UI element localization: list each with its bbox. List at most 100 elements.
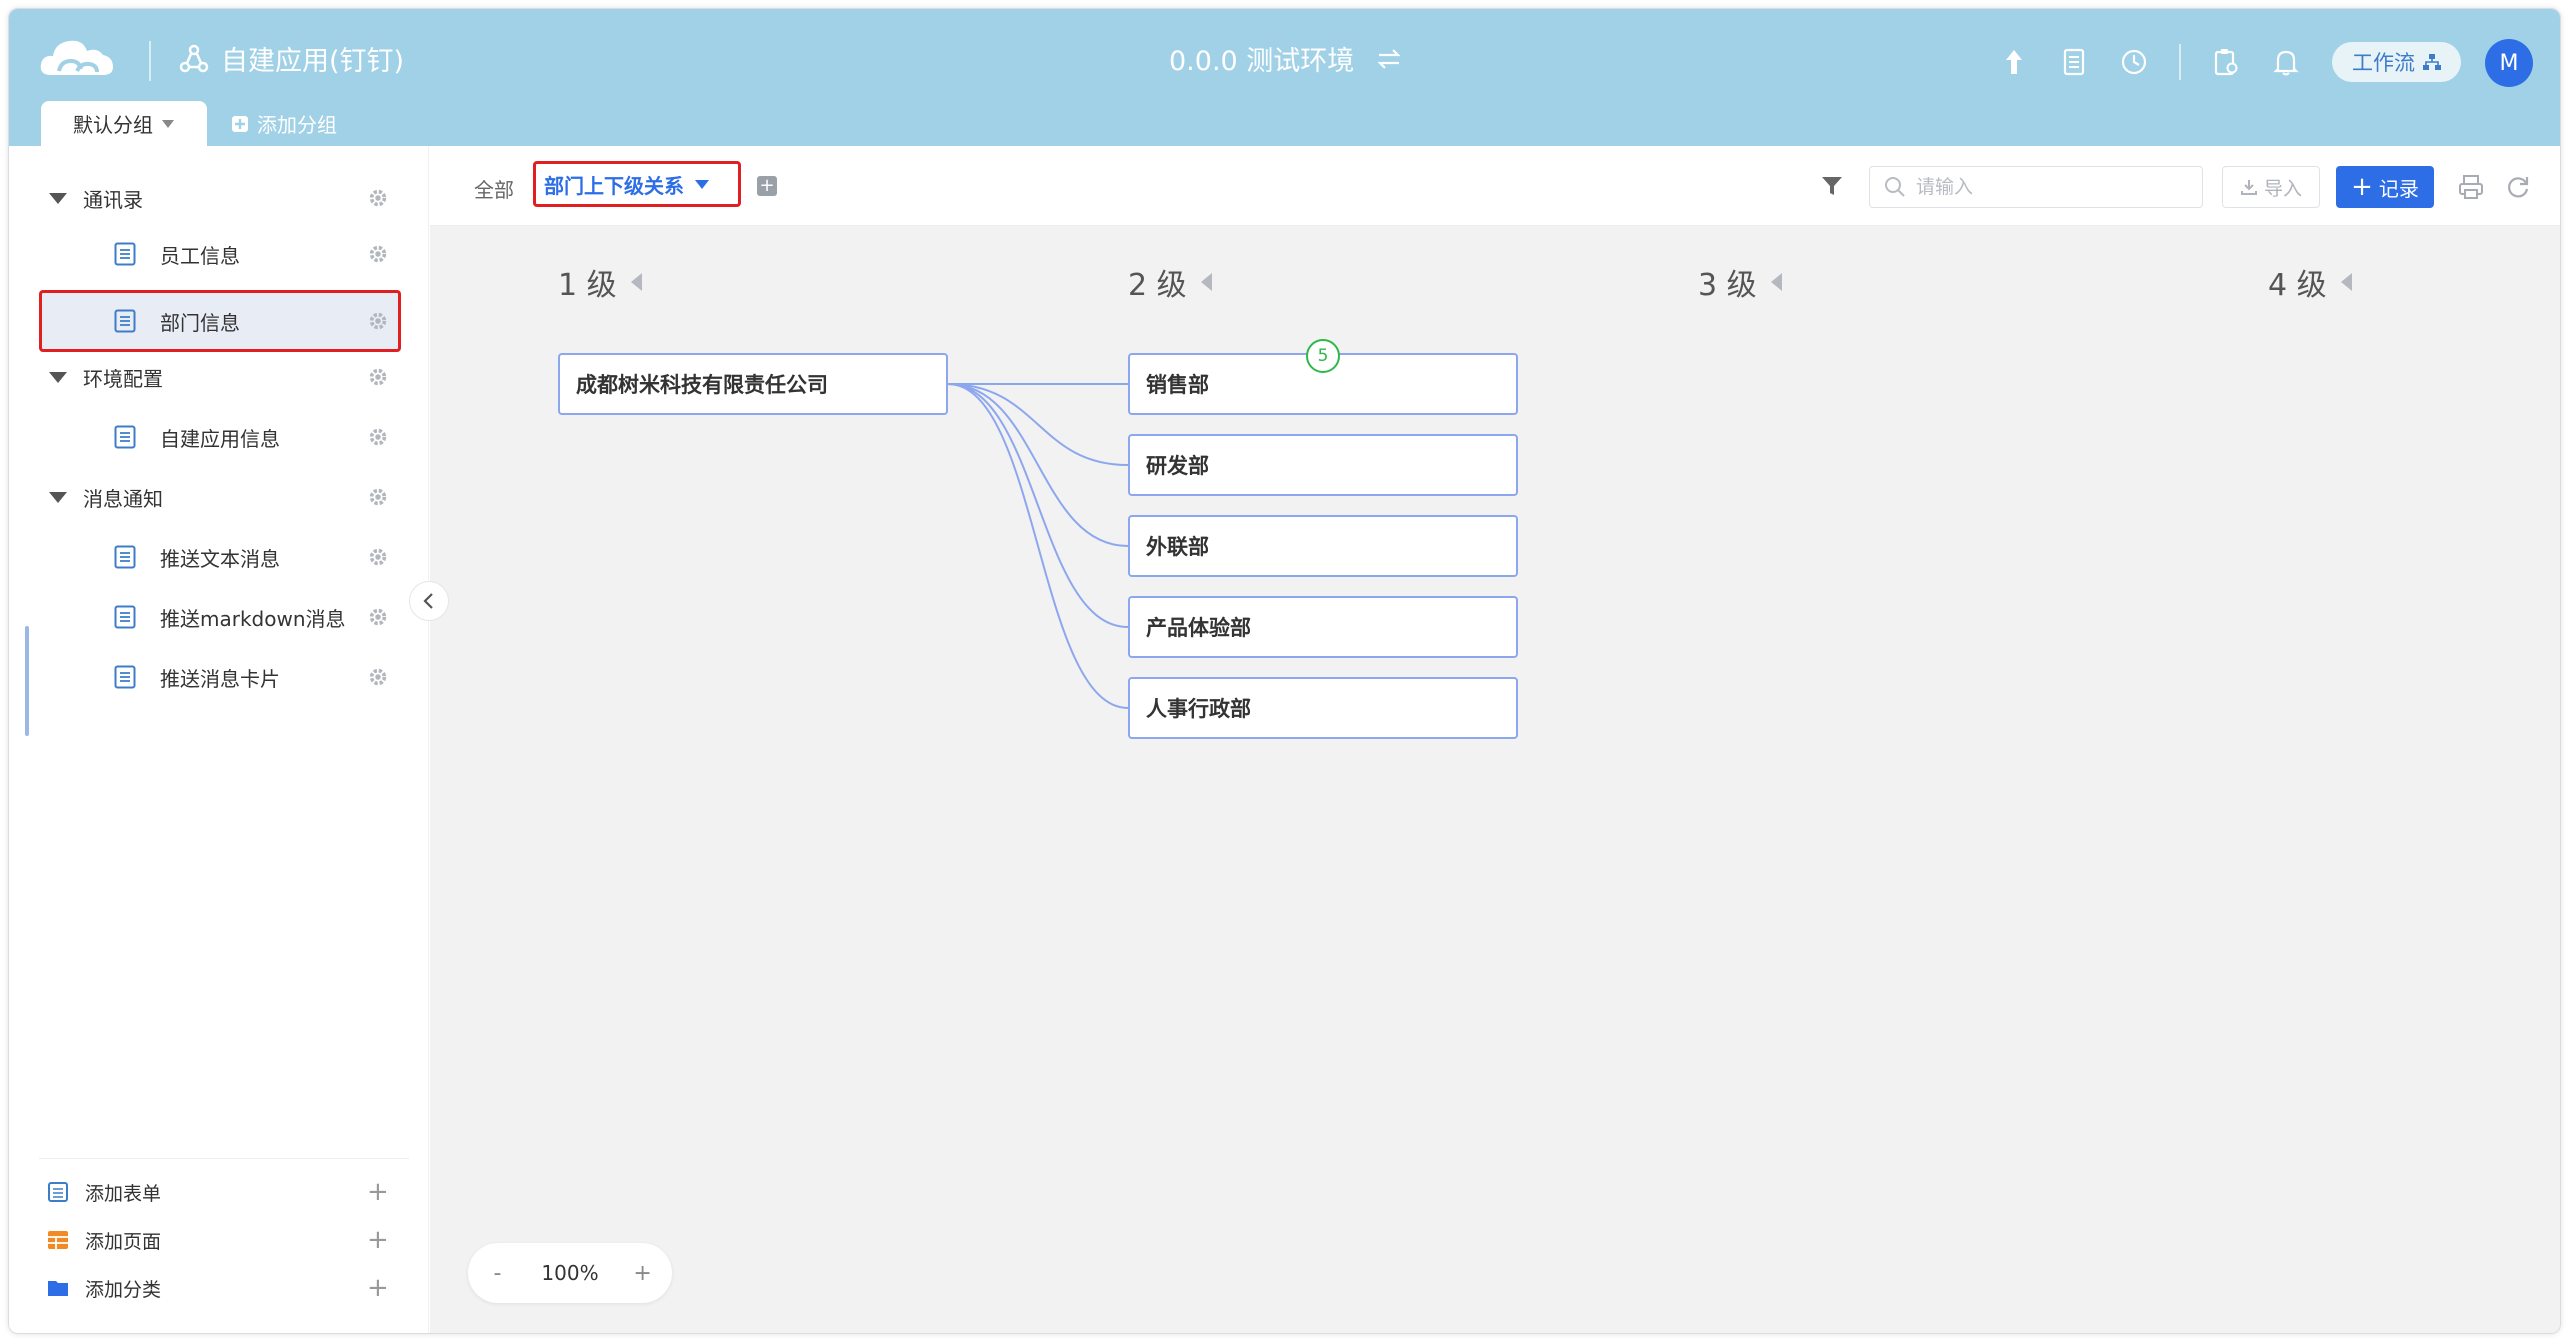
gear-icon[interactable] [367,486,389,508]
user-avatar[interactable]: M [2485,39,2533,87]
org-node-label: 研发部 [1146,454,1209,478]
caret-down-icon[interactable] [49,491,67,503]
gear-icon[interactable] [367,366,389,388]
org-node-root[interactable]: 成都树米科技有限责任公司 [558,353,948,415]
import-label: 导入 [2263,177,2302,200]
level-header-3[interactable]: 3 级 [1698,260,1782,304]
add-group-label: 添加分组 [257,113,337,137]
level-header-2[interactable]: 2 级 [1128,260,1212,304]
filter-icon[interactable] [1820,174,1844,198]
org-chart-canvas[interactable]: 1 级 2 级 3 级 4 级 成都树米科技有限责任公司 5 销售部 研发部 外… [430,226,2560,1333]
clipboard-settings-icon[interactable] [2209,45,2243,79]
org-node-label: 人事行政部 [1146,697,1251,721]
level-header-4[interactable]: 4 级 [2268,260,2352,304]
print-icon[interactable] [2458,174,2484,200]
header-divider [149,41,151,81]
view-toolbar: 全部 部门上下级关系 + 导入 + 记录 [430,146,2560,226]
sidebar-item-markdown-message[interactable]: 推送markdown消息 [9,589,429,645]
level-header-1[interactable]: 1 级 [558,260,642,304]
org-node-child[interactable]: 产品体验部 [1128,596,1518,658]
gear-icon[interactable] [367,546,389,568]
view-selector[interactable]: 部门上下级关系 [533,161,741,207]
org-node-child[interactable]: 研发部 [1128,434,1518,496]
form-icon [48,1182,68,1202]
collapse-sidebar-button[interactable] [409,581,449,621]
org-node-label: 销售部 [1146,373,1209,397]
gear-icon[interactable] [367,310,389,332]
app-share-icon [179,44,209,72]
zoom-out-button[interactable]: - [482,1261,512,1286]
org-node-label: 外联部 [1146,535,1209,559]
level-label: 4 级 [2268,268,2327,303]
form-doc-icon [114,605,136,629]
add-page-button[interactable]: 添加页面 + [9,1220,429,1260]
search-input[interactable] [1916,176,2176,198]
environment-label: 0.0.0 测试环境 [1169,46,1355,77]
folder-icon [48,1281,68,1296]
add-category-button[interactable]: 添加分类 + [9,1268,429,1308]
add-page-label: 添加页面 [85,1230,162,1253]
workflow-label: 工作流 [2352,51,2415,75]
hierarchy-icon [2423,54,2441,70]
add-record-button[interactable]: + 记录 [2336,166,2434,208]
sidebar-item-label: 部门信息 [160,310,240,335]
sidebar-item-department-info[interactable]: 部门信息 [9,293,429,349]
caret-down-icon[interactable] [49,192,67,204]
org-node-child[interactable]: 人事行政部 [1128,677,1518,739]
sidebar-footer-divider [39,1158,409,1159]
gear-icon[interactable] [367,187,389,209]
view-all-tab[interactable]: 全部 [474,174,514,203]
gear-icon[interactable] [367,666,389,688]
cloud-logo-icon[interactable] [37,31,117,87]
plus-icon[interactable]: + [367,1275,389,1301]
level-label: 3 级 [1698,268,1757,303]
gear-icon[interactable] [367,243,389,265]
sidebar-group-messages[interactable]: 消息通知 [9,469,429,525]
caret-down-icon [695,179,709,189]
child-count-badge[interactable]: 5 [1306,339,1340,373]
sidebar-item-app-info[interactable]: 自建应用信息 [9,409,429,465]
document-icon[interactable] [2057,45,2091,79]
import-button[interactable]: 导入 [2222,166,2320,208]
gear-icon[interactable] [367,606,389,628]
org-link-3 [947,383,1129,628]
publish-icon[interactable] [1997,45,2031,79]
collapse-triangle-icon[interactable] [1770,273,1782,291]
sidebar-item-text-message[interactable]: 推送文本消息 [9,529,429,585]
plus-icon[interactable]: + [367,1179,389,1205]
add-view-icon[interactable]: + [757,176,777,196]
collapse-triangle-icon[interactable] [630,273,642,291]
plus-icon[interactable]: + [367,1227,389,1253]
workflow-button[interactable]: 工作流 [2332,42,2461,82]
form-doc-icon [114,545,136,569]
zoom-in-button[interactable]: + [628,1261,658,1286]
sidebar-item-message-card[interactable]: 推送消息卡片 [9,649,429,705]
zoom-level: 100% [541,1261,599,1285]
add-form-button[interactable]: 添加表单 + [9,1172,429,1212]
sidebar-item-employee-info[interactable]: 员工信息 [9,226,429,282]
refresh-icon[interactable] [2505,174,2531,200]
add-form-label: 添加表单 [85,1182,162,1205]
group-tab-label: 默认分组 [73,113,153,137]
app-title[interactable]: 自建应用(钉钉) [179,39,404,78]
org-node-child[interactable]: 外联部 [1128,515,1518,577]
history-clock-icon[interactable] [2117,45,2151,79]
caret-down-icon[interactable] [49,371,67,383]
collapse-triangle-icon[interactable] [2340,273,2352,291]
sidebar-item-label: 推送消息卡片 [160,666,280,691]
sidebar-group-contacts[interactable]: 通讯录 [9,170,429,226]
plus-icon: + [2351,172,2373,202]
plus-square-icon [232,115,248,132]
group-tab-default[interactable]: 默认分组 [41,101,207,146]
collapse-triangle-icon[interactable] [1200,273,1212,291]
notification-bell-icon[interactable] [2269,45,2303,79]
form-doc-icon [114,309,136,333]
sidebar-group-environment[interactable]: 环境配置 [9,349,429,405]
environment-switcher[interactable]: 0.0.0 测试环境 [1169,39,1402,78]
sidebar: 通讯录 员工信息 部门信息 环境配置 自建应用信息 消息通知 推送文本消息 推送… [9,146,429,1333]
sidebar-group-label: 消息通知 [83,486,163,511]
search-box[interactable] [1869,166,2203,208]
sidebar-scrollbar[interactable] [25,626,29,736]
add-group-button[interactable]: 添加分组 [231,101,337,146]
gear-icon[interactable] [367,426,389,448]
